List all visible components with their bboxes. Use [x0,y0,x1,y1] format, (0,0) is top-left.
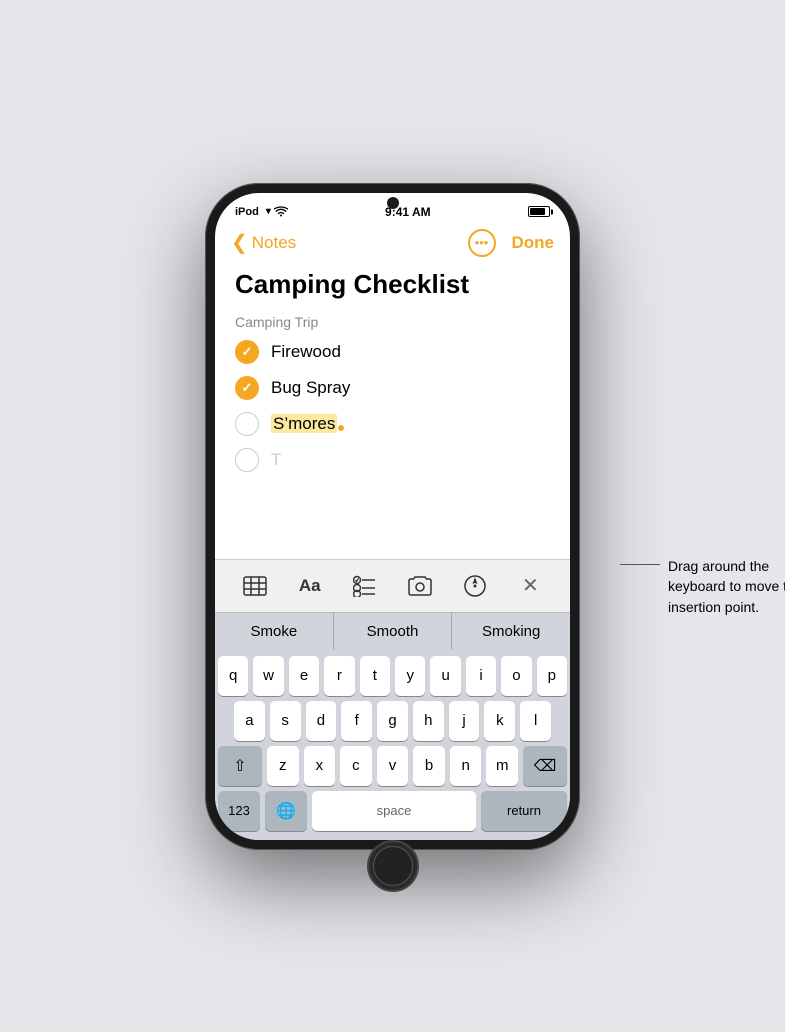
table-icon [243,576,267,596]
key-globe[interactable]: 🌐 [265,791,307,831]
key-return[interactable]: return [481,791,567,831]
wifi-icon: ▾ [266,206,288,217]
camera [387,197,399,209]
format-button[interactable]: Aa [290,570,330,602]
annotation-text: Drag around the keyboard to move the ins… [668,556,785,617]
home-button[interactable] [367,840,419,892]
close-button[interactable]: ✕ [510,570,550,602]
checklist-icon [353,575,377,597]
annotation-line [620,564,660,565]
table-button[interactable] [235,570,275,602]
format-icon: Aa [299,576,321,596]
device-label: iPod [235,206,259,218]
checklist-item-2: ✓ Bug Spray [235,376,550,400]
camera-icon [408,576,432,596]
key-r[interactable]: r [324,656,354,696]
note-content: Camping Checklist Camping Trip ✓ Firewoo… [215,265,570,559]
home-button-inner [373,846,413,886]
back-chevron-icon: ❮ [231,233,248,253]
smores-highlight: S’mores [271,414,337,433]
key-space[interactable]: space [312,791,476,831]
predictive-word-2[interactable]: Smooth [334,613,453,650]
phone-device: iPod ▾ 9:41 AM [205,183,580,850]
key-e[interactable]: e [289,656,319,696]
predictive-word-1[interactable]: Smoke [215,613,334,650]
key-shift[interactable]: ⇧ [218,746,262,786]
key-b[interactable]: b [413,746,445,786]
status-left: iPod ▾ [235,206,288,218]
key-o[interactable]: o [501,656,531,696]
back-label: Notes [252,233,296,253]
checkbox-4[interactable] [235,448,259,472]
section-label: Camping Trip [235,314,550,330]
key-s[interactable]: s [270,701,301,741]
markup-icon [464,575,486,597]
globe-icon: 🌐 [276,801,296,821]
formatting-toolbar: Aa [215,559,570,612]
done-button[interactable]: Done [512,233,555,253]
key-a[interactable]: a [234,701,265,741]
status-right [528,206,550,217]
key-z[interactable]: z [267,746,299,786]
item-text-1: Firewood [271,342,341,362]
keyboard-row-2: a s d f g h j k l [218,701,567,741]
key-d[interactable]: d [306,701,337,741]
battery-icon [528,206,550,217]
key-t[interactable]: t [360,656,390,696]
keyboard-row-3: ⇧ z x c v b n m ⌫ [218,746,567,786]
predictive-bar: Smoke Smooth Smoking [215,612,570,650]
item-text-3[interactable]: S’mores [271,414,344,434]
checklist-item-4: T [235,448,550,472]
nav-bar: ❮ Notes ••• Done [215,223,570,265]
check-icon-2: ✓ [242,380,253,396]
key-i[interactable]: i [466,656,496,696]
item-text-4: T [271,450,281,470]
key-w[interactable]: w [253,656,283,696]
back-button[interactable]: ❮ Notes [231,233,296,253]
checkbox-3[interactable] [235,412,259,436]
key-g[interactable]: g [377,701,408,741]
markup-button[interactable] [455,570,495,602]
key-q[interactable]: q [218,656,248,696]
text-cursor [338,425,344,431]
keyboard[interactable]: q w e r t y u i o p a s d f g [215,650,570,840]
key-c[interactable]: c [340,746,372,786]
ellipsis-icon: ••• [475,235,489,250]
key-x[interactable]: x [304,746,336,786]
predictive-word-3[interactable]: Smoking [452,613,570,650]
checklist-item-1: ✓ Firewood [235,340,550,364]
annotation: Drag around the keyboard to move the ins… [620,556,785,617]
checkbox-1[interactable]: ✓ [235,340,259,364]
key-backspace[interactable]: ⌫ [523,746,567,786]
note-title[interactable]: Camping Checklist [235,269,550,300]
camera-button[interactable] [400,570,440,602]
checkbox-2[interactable]: ✓ [235,376,259,400]
more-button[interactable]: ••• [468,229,496,257]
key-v[interactable]: v [377,746,409,786]
item-text-2: Bug Spray [271,378,350,398]
nav-actions: ••• Done [468,229,555,257]
key-y[interactable]: y [395,656,425,696]
key-l[interactable]: l [520,701,551,741]
phone-screen: iPod ▾ 9:41 AM [215,193,570,840]
key-j[interactable]: j [449,701,480,741]
checklist-item-3: S’mores [235,412,550,436]
battery-fill [530,208,545,215]
key-h[interactable]: h [413,701,444,741]
checklist-button[interactable] [345,570,385,602]
key-numbers[interactable]: 123 [218,791,260,831]
key-u[interactable]: u [430,656,460,696]
key-m[interactable]: m [486,746,518,786]
key-f[interactable]: f [341,701,372,741]
keyboard-row-1: q w e r t y u i o p [218,656,567,696]
check-icon-1: ✓ [242,344,253,360]
key-n[interactable]: n [450,746,482,786]
key-k[interactable]: k [484,701,515,741]
keyboard-row-4: 123 🌐 space return [218,791,567,831]
close-icon: ✕ [522,573,539,598]
key-p[interactable]: p [537,656,567,696]
